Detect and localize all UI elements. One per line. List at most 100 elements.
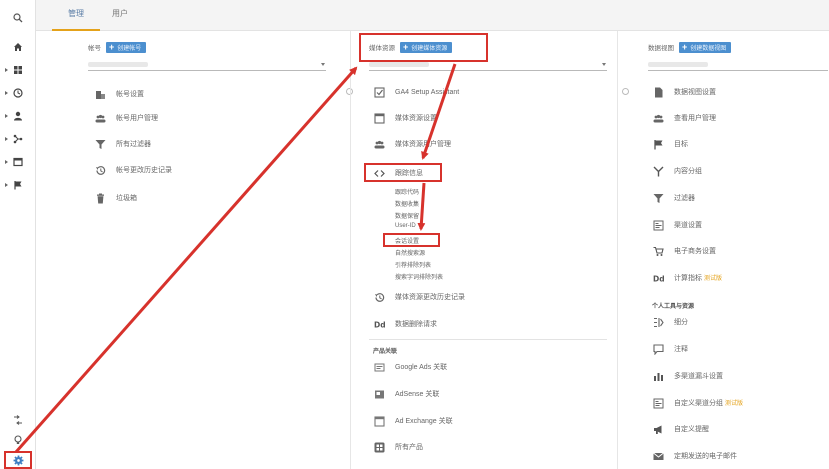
sub-search-term-exclusion-list[interactable]: 搜索字词排除列表 bbox=[395, 272, 443, 281]
highlight-session-settings bbox=[383, 233, 440, 247]
view-selector[interactable] bbox=[648, 59, 828, 71]
flag-icon bbox=[652, 138, 664, 150]
plus-icon: + bbox=[109, 41, 115, 52]
realtime-clock-icon[interactable] bbox=[0, 83, 36, 103]
home-icon[interactable] bbox=[0, 37, 36, 57]
audience-person-icon[interactable] bbox=[0, 106, 36, 126]
goals-item[interactable]: 目标 bbox=[652, 137, 688, 151]
dd-icon: Dd bbox=[652, 272, 664, 284]
annotations-item[interactable]: 注释 bbox=[652, 342, 688, 356]
behavior-window-icon[interactable] bbox=[0, 152, 36, 172]
left-nav-rail bbox=[0, 0, 36, 469]
personal-tools-heading: 个人工具与资源 bbox=[652, 304, 695, 310]
divider bbox=[369, 339, 607, 340]
people-icon bbox=[94, 112, 106, 124]
ads-icon bbox=[373, 361, 385, 373]
content-grouping-item[interactable]: 内容分组 bbox=[652, 164, 702, 178]
view-header-label: 数据视图 bbox=[648, 45, 674, 52]
chevron-down-icon bbox=[321, 63, 325, 66]
adsense-icon bbox=[373, 388, 385, 400]
ad-exchange-linking-item[interactable]: Ad Exchange 关联 bbox=[373, 414, 453, 428]
view-user-management-item[interactable]: 查看用户管理 bbox=[652, 111, 716, 125]
create-view-button[interactable]: + 创建数据视图 bbox=[679, 41, 732, 53]
plus-icon: + bbox=[682, 41, 688, 52]
conversions-flag-icon[interactable] bbox=[0, 175, 36, 195]
property-column: 媒体资源 + 创建媒体资源 GA4 Setup Assistant 媒体资源设置 … bbox=[350, 31, 618, 469]
mail-icon bbox=[652, 450, 664, 462]
channel-icon bbox=[652, 397, 664, 409]
grid-icon bbox=[373, 441, 385, 453]
history-icon bbox=[373, 291, 385, 303]
account-user-management-item[interactable]: 帐号用户管理 bbox=[94, 111, 158, 125]
tab-admin[interactable]: 管理 bbox=[52, 0, 100, 31]
all-filters-item[interactable]: 所有过滤器 bbox=[94, 137, 151, 151]
account-settings-item[interactable]: 帐号设置 bbox=[94, 87, 144, 101]
chevron-down-icon bbox=[602, 63, 606, 66]
custom-channel-grouping-item[interactable]: 自定义渠道分组 测试版 bbox=[652, 396, 743, 410]
sub-organic-search-sources[interactable]: 自然搜索源 bbox=[395, 248, 425, 257]
admin-gear-button[interactable] bbox=[4, 451, 32, 469]
account-header-label: 帐号 bbox=[88, 45, 101, 52]
property-user-management-item[interactable]: 媒体资源用户管理 bbox=[373, 137, 451, 151]
highlight-tracking-info bbox=[364, 163, 442, 182]
filter-icon bbox=[652, 192, 664, 204]
sub-user-id[interactable]: User-ID bbox=[395, 223, 416, 229]
data-deletion-requests-item[interactable]: Dd 数据删除请求 bbox=[373, 317, 438, 331]
svg-text:Dd: Dd bbox=[374, 320, 385, 329]
view-settings-item[interactable]: 数据视图设置 bbox=[652, 85, 716, 99]
calculated-metrics-item[interactable]: Dd 计算指标 测试版 bbox=[652, 271, 723, 285]
account-column: 帐号 + 创建帐号 帐号设置 帐号用户管理 所有过滤器 帐号更改历史记录 垃圾箱 bbox=[60, 31, 342, 469]
adsense-linking-item[interactable]: AdSense 关联 bbox=[373, 387, 439, 401]
highlight-create-property bbox=[359, 33, 488, 62]
checkbox-icon bbox=[373, 86, 385, 98]
view-column: 数据视图 + 创建数据视图 数据视图设置 查看用户管理 目标 内容分组 过滤器 渠… bbox=[626, 31, 829, 469]
account-change-history-item[interactable]: 帐号更改历史记录 bbox=[94, 163, 172, 177]
admin-tabs-bar: 管理 用户 bbox=[36, 0, 829, 31]
svg-text:Dd: Dd bbox=[653, 274, 664, 283]
adx-icon bbox=[373, 415, 385, 427]
people-icon bbox=[652, 112, 664, 124]
segment-icon bbox=[652, 316, 664, 328]
view-filters-item[interactable]: 过滤器 bbox=[652, 191, 695, 205]
dd-icon: Dd bbox=[373, 318, 385, 330]
property-settings-item[interactable]: 媒体资源设置 bbox=[373, 111, 437, 125]
acquisition-icon[interactable] bbox=[0, 129, 36, 149]
segments-item[interactable]: 细分 bbox=[652, 315, 688, 329]
history-icon bbox=[94, 164, 106, 176]
channel-settings-item[interactable]: 渠道设置 bbox=[652, 218, 702, 232]
walk-icon bbox=[652, 165, 664, 177]
gear-icon bbox=[13, 455, 23, 465]
channel-icon bbox=[652, 219, 664, 231]
tab-user[interactable]: 用户 bbox=[100, 0, 140, 31]
customization-icon[interactable] bbox=[0, 60, 36, 80]
comment-icon bbox=[652, 343, 664, 355]
account-header: 帐号 + 创建帐号 bbox=[88, 41, 147, 53]
custom-alerts-item[interactable]: 自定义提醒 bbox=[652, 422, 709, 436]
create-account-button[interactable]: + 创建帐号 bbox=[106, 41, 147, 53]
people-icon bbox=[373, 138, 385, 150]
multichannel-funnel-settings-item[interactable]: 多渠道漏斗设置 bbox=[652, 369, 723, 383]
document-icon bbox=[652, 86, 664, 98]
sub-referral-exclusion-list[interactable]: 引荐排除列表 bbox=[395, 260, 431, 269]
all-products-item[interactable]: 所有产品 bbox=[373, 440, 423, 454]
discover-lightbulb-icon[interactable] bbox=[0, 430, 36, 450]
cart-icon bbox=[652, 245, 664, 257]
ga4-setup-assistant-item[interactable]: GA4 Setup Assistant bbox=[373, 85, 459, 99]
bars-icon bbox=[652, 370, 664, 382]
account-selector[interactable] bbox=[88, 59, 326, 71]
sub-data-retention[interactable]: 数据保留 bbox=[395, 211, 419, 220]
scheduled-emails-item[interactable]: 定期发送的电子邮件 bbox=[652, 449, 737, 463]
beta-badge: 测试版 bbox=[704, 276, 723, 282]
megaphone-icon bbox=[652, 423, 664, 435]
sub-data-collection[interactable]: 数据收集 bbox=[395, 199, 419, 208]
sub-tracking-code[interactable]: 跟踪代码 bbox=[395, 187, 419, 196]
property-change-history-item[interactable]: 媒体资源更改历史记录 bbox=[373, 290, 465, 304]
ecommerce-settings-item[interactable]: 电子商务设置 bbox=[652, 244, 716, 258]
trash-icon bbox=[94, 192, 106, 204]
google-ads-linking-item[interactable]: Google Ads 关联 bbox=[373, 360, 447, 374]
attribution-icon[interactable] bbox=[0, 410, 36, 430]
search-icon[interactable] bbox=[0, 8, 36, 28]
trash-item[interactable]: 垃圾箱 bbox=[94, 191, 137, 205]
product-linking-heading: 产品关联 bbox=[373, 349, 398, 355]
filter-icon bbox=[94, 138, 106, 150]
